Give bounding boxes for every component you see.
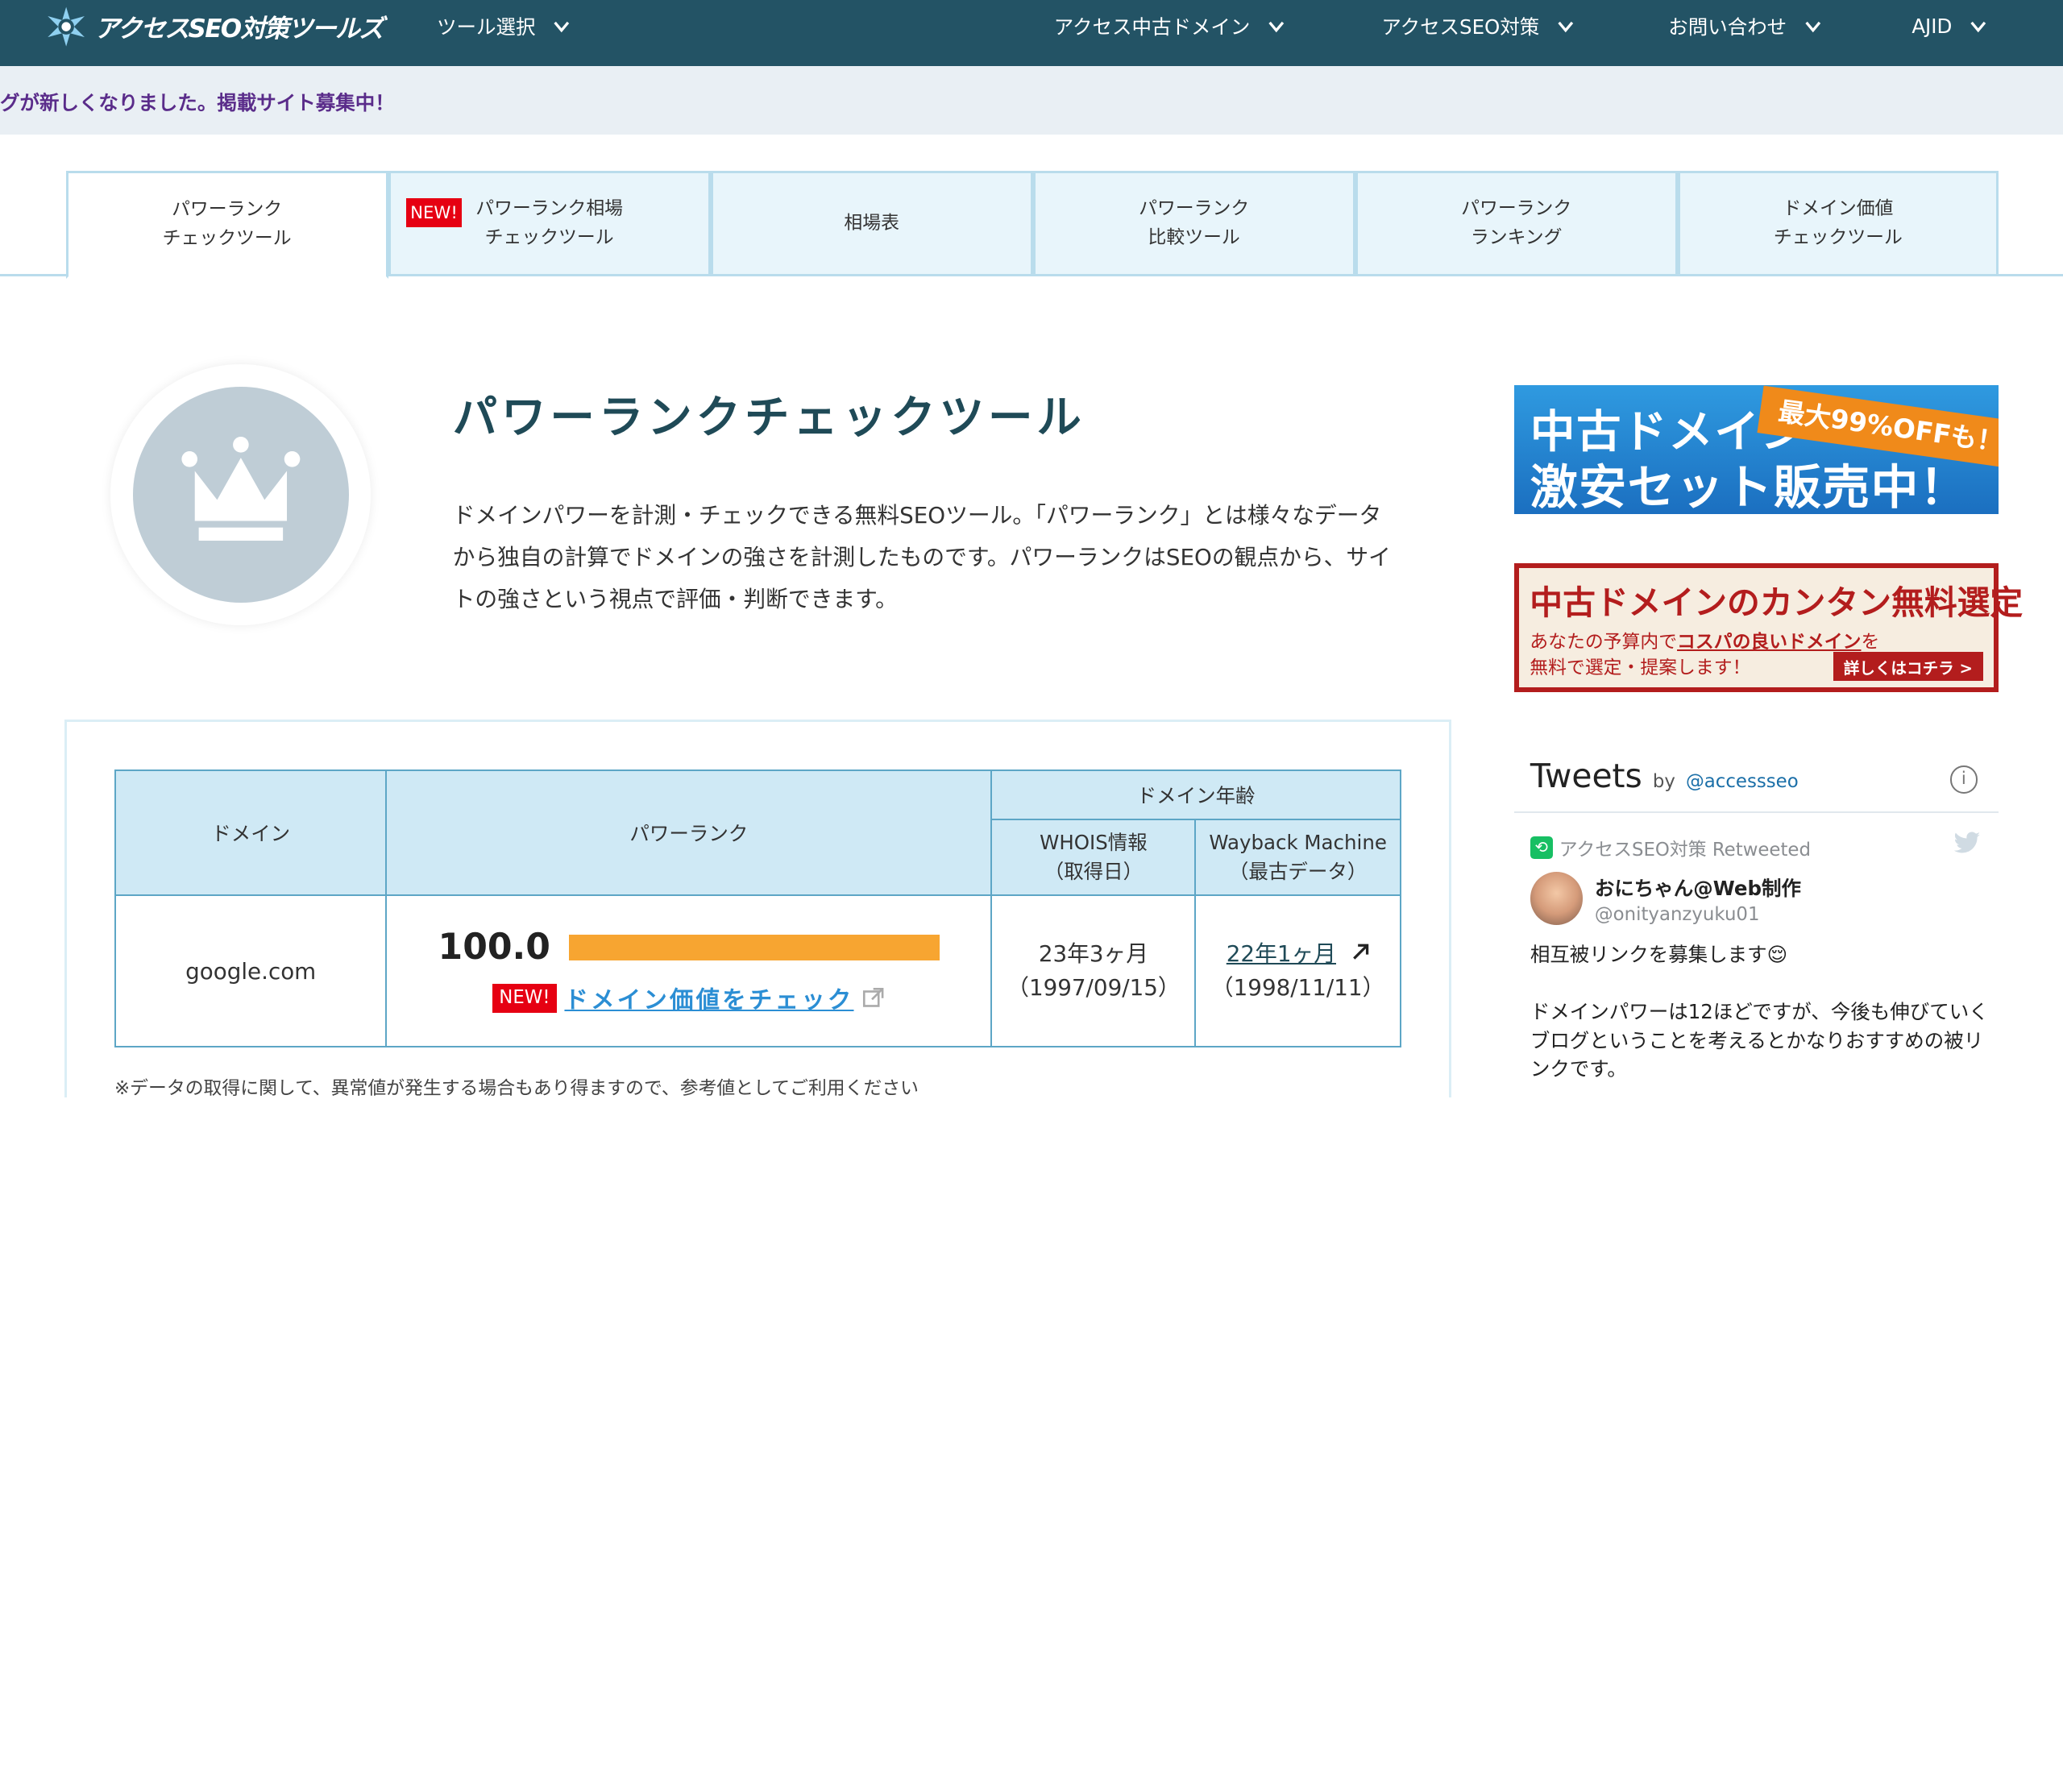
ad2-text: あなたの予算内で: [1530, 631, 1678, 653]
whois-date: （1997/09/15）: [1007, 974, 1181, 1002]
tab-label: チェックツール: [1773, 226, 1903, 248]
tab-label: パワーランク: [1139, 197, 1250, 219]
crown-icon: [181, 437, 301, 541]
tweet-body-line2: ドメインパワーは12ほどですが、今後も伸びていくブログということを考えるとかなり…: [1530, 999, 1989, 1081]
chevron-down-icon: [554, 21, 570, 33]
ad1-line2: 激安セット販売中！: [1530, 458, 1969, 515]
wayback-age-link[interactable]: 22年1ヶ月: [1227, 940, 1336, 967]
chevron-down-icon: [1558, 21, 1574, 33]
ad-banner-used-domain-sale[interactable]: 中古ドメイン 激安セット販売中！ 最大99%OFFも！: [1514, 385, 1999, 515]
page: アクセスSEO対策ツールズ ツール選択 アクセス中古ドメイン アクセスSEO対策…: [0, 0, 2063, 1097]
ad2-detail-button[interactable]: 詳しくはコチラ >: [1833, 652, 1984, 681]
power-rank-track: [568, 934, 940, 961]
tab-power-rank-market[interactable]: NEW! パワーランク相場 チェックツール: [388, 171, 711, 276]
retweet-indicator: ⟲ アクセスSEO対策 Retweeted: [1530, 834, 1811, 861]
notice-text[interactable]: グが新しくなりました。掲載サイト募集中！: [0, 88, 395, 116]
avatar[interactable]: [1530, 872, 1584, 925]
nav-access-seo[interactable]: アクセスSEO対策: [1381, 0, 1574, 52]
chevron-down-icon: [1268, 21, 1285, 33]
tab-domain-value-check[interactable]: ドメイン価値 チェックツール: [1677, 171, 1999, 276]
wayback-sub: （最古データ）: [1228, 859, 1368, 883]
power-rank-bar: [568, 934, 940, 961]
tab-power-rank-compare[interactable]: パワーランク 比較ツール: [1032, 171, 1355, 276]
tab-label: パワーランク: [172, 199, 283, 221]
tab-market-table[interactable]: 相場表: [710, 171, 1033, 276]
new-badge: NEW!: [492, 983, 557, 1013]
domain-value-check-link[interactable]: ドメイン価値をチェック: [564, 981, 853, 1015]
col-header-domain-age: ドメイン年齢: [990, 769, 1401, 820]
site-logo[interactable]: アクセスSEO対策ツールズ: [45, 6, 384, 48]
tab-label: チェックツール: [162, 228, 292, 250]
new-badge: NEW!: [406, 198, 462, 228]
ad2-line2: あなたの予算内でコスパの良いドメインを: [1530, 626, 1879, 653]
nav-label: アクセス中古ドメイン: [1053, 15, 1251, 39]
logo-star-icon: [47, 6, 85, 47]
page-description: ドメインパワーを計測・チェックできる無料SEOツール。「パワーランク」とは様々な…: [452, 501, 1391, 613]
tab-label: パワーランク: [1461, 197, 1572, 219]
page-title: パワーランクチェックツール: [452, 392, 1085, 445]
retweeted-by[interactable]: アクセスSEO対策 Retweeted: [1559, 834, 1811, 861]
ad2-line1: 中古ドメインのカンタン無料選定: [1530, 583, 2024, 622]
tweet-author-handle[interactable]: @onityanzyuku01: [1595, 904, 1760, 925]
ad2-line3: 無料で選定・提案します！: [1530, 657, 1751, 679]
tab-power-rank-ranking[interactable]: パワーランク ランキング: [1355, 171, 1678, 276]
twitter-header: Tweets by @accessseo: [1530, 757, 1799, 795]
nav-label: ツール選択: [437, 15, 536, 39]
tab-label: ランキング: [1470, 226, 1563, 248]
whois-sub: （取得日）: [1044, 859, 1144, 883]
tab-label: パワーランク相場: [475, 197, 624, 219]
power-rank-cell: 100.0 NEW! ドメイン価値をチェック: [385, 894, 993, 1047]
col-header-power-rank: パワーランク: [385, 769, 993, 897]
ad2-text: を: [1861, 631, 1880, 653]
tab-label: ドメイン価値: [1783, 197, 1894, 219]
nav-ajid[interactable]: AJID: [1911, 0, 1986, 52]
col-header-whois: WHOIS情報 （取得日）: [990, 818, 1197, 897]
twitter-title: Tweets: [1530, 756, 1642, 795]
nav-label: AJID: [1911, 15, 1953, 39]
tab-power-rank-check[interactable]: パワーランク チェックツール: [65, 171, 388, 280]
top-navigation-bar: アクセスSEO対策ツールズ ツール選択 アクセス中古ドメイン アクセスSEO対策…: [0, 0, 2063, 66]
tab-label: チェックツール: [484, 226, 614, 248]
twitter-by: by: [1652, 770, 1675, 792]
arrow-up-right-icon: [1352, 944, 1368, 960]
logo-text: アクセスSEO対策ツールズ: [94, 15, 384, 44]
wayback-label: Wayback Machine: [1209, 830, 1387, 854]
chevron-down-icon: [1805, 21, 1821, 33]
col-header-domain: ドメイン: [114, 769, 388, 897]
nav-label: アクセスSEO対策: [1381, 15, 1540, 39]
info-icon[interactable]: i: [1949, 765, 1978, 794]
ad2-emphasis: コスパの良いドメイン: [1677, 631, 1862, 653]
wayback-cell: 22年1ヶ月 （1998/11/11）: [1194, 894, 1401, 1047]
twitter-bird-icon[interactable]: [1953, 832, 1982, 855]
nav-contact[interactable]: お問い合わせ: [1668, 0, 1821, 52]
twitter-handle-link[interactable]: @accessseo: [1686, 771, 1799, 792]
col-header-wayback: Wayback Machine （最古データ）: [1194, 818, 1401, 897]
tweet-author-name[interactable]: おにちゃん@Web制作: [1595, 873, 1801, 902]
nav-tool-select[interactable]: ツール選択: [437, 0, 570, 52]
crown-circle: [132, 387, 349, 603]
tweet-body-line1: 相互被リンクを募集します😌: [1530, 942, 1788, 966]
domain-cell: google.com: [114, 894, 388, 1047]
whois-label: WHOIS情報: [1040, 830, 1148, 854]
external-link-icon[interactable]: [861, 986, 885, 1010]
tab-label: 相場表: [844, 212, 899, 234]
power-rank-score: 100.0: [438, 927, 550, 969]
data-note: ※データの取得に関して、異常値が発生する場合もあり得ますので、参考値としてご利用…: [114, 1077, 919, 1097]
whois-cell: 23年3ヶ月 （1997/09/15）: [990, 894, 1197, 1047]
crown-badge: [110, 364, 372, 625]
chevron-down-icon: [1970, 21, 1986, 33]
whois-age: 23年3ヶ月: [1038, 940, 1149, 967]
ad-banner-free-selection[interactable]: 中古ドメインのカンタン無料選定 あなたの予算内でコスパの良いドメインを 無料で選…: [1514, 562, 2023, 692]
wayback-date: （1998/11/11）: [1210, 974, 1385, 1002]
tab-label: 比較ツール: [1148, 226, 1240, 248]
twitter-divider: [1514, 811, 1999, 813]
nav-label: お問い合わせ: [1668, 15, 1787, 39]
results-table: ドメイン パワーランク ドメイン年齢 WHOIS情報 （取得日） Wayback…: [114, 769, 1401, 1047]
retweet-icon: ⟲: [1530, 836, 1553, 859]
nav-used-domain[interactable]: アクセス中古ドメイン: [1054, 0, 1285, 52]
